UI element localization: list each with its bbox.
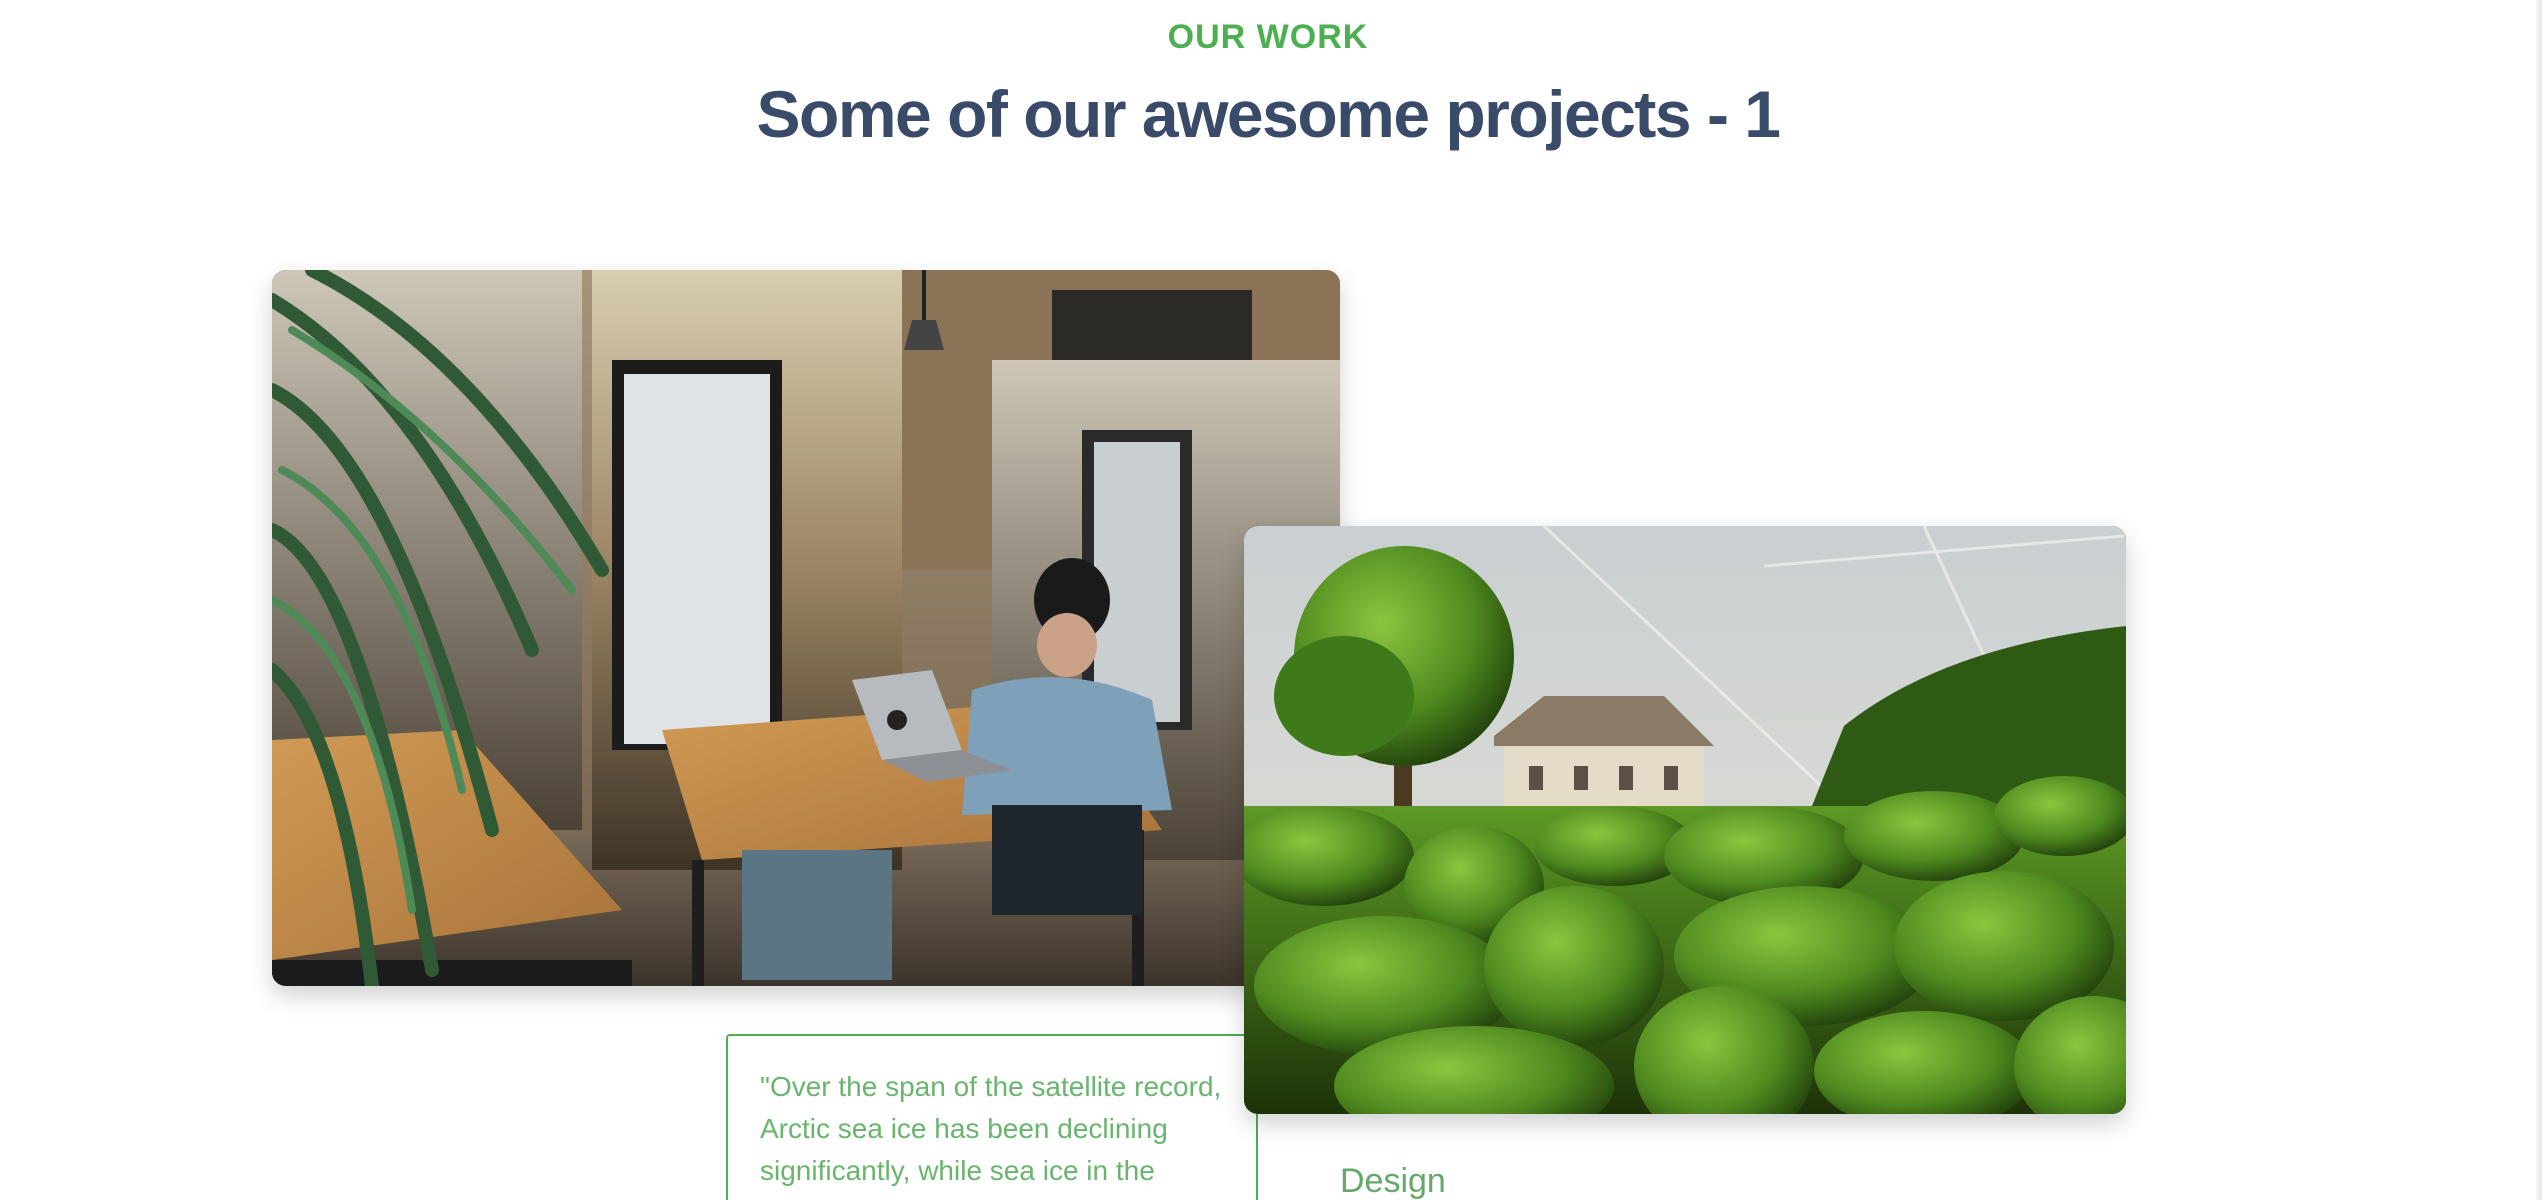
project-image-garden[interactable]	[1244, 526, 2126, 1114]
project-category-label[interactable]: Design	[1340, 1162, 1446, 1200]
page: OUR WORK Some of our awesome projects - …	[0, 0, 2542, 1200]
office-photo	[272, 270, 1340, 986]
section-title: Some of our awesome projects - 1	[756, 77, 1781, 151]
garden-photo	[1244, 526, 2126, 1114]
page-edge-divider	[2536, 0, 2542, 1200]
section-eyebrow: OUR WORK	[1167, 18, 1369, 56]
testimonial-card: "Over the span of the satellite record, …	[726, 1034, 1258, 1200]
project-image-office[interactable]	[272, 270, 1340, 986]
testimonial-text: "Over the span of the satellite record, …	[760, 1071, 1222, 1186]
